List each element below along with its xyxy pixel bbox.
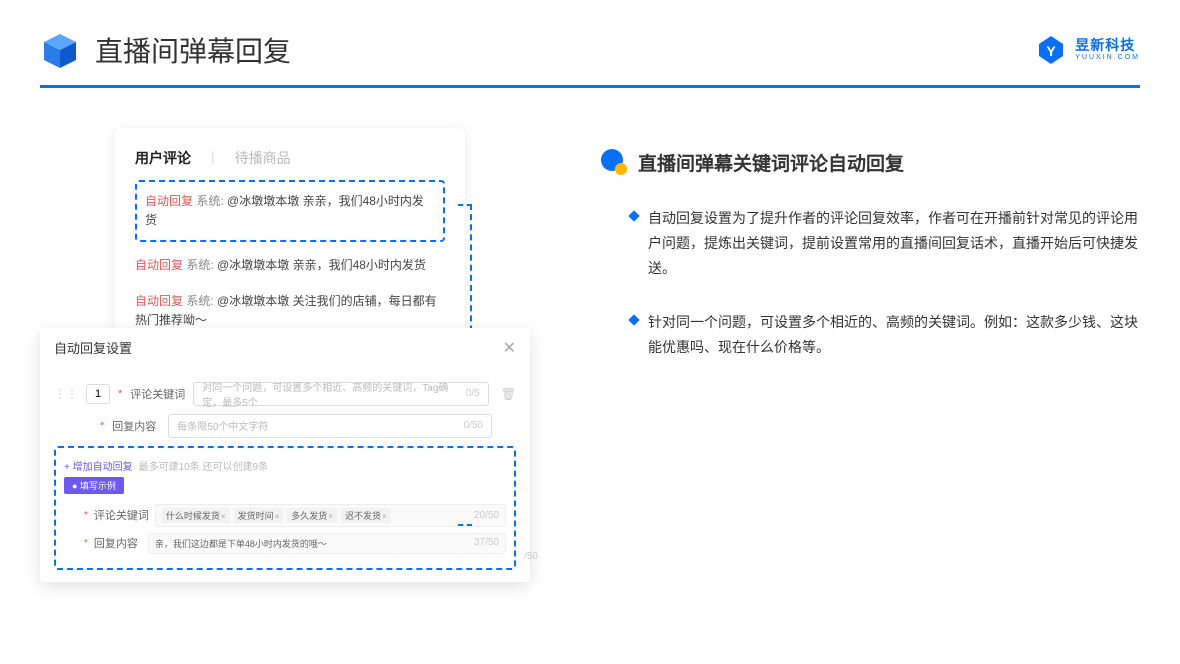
dialog-title: 自动回复设置 bbox=[54, 338, 132, 357]
required-dot: * bbox=[100, 420, 104, 432]
brand: Y 昱新科技 YUUXIN.COM bbox=[1035, 34, 1140, 66]
tag-chip: 迟不发货× bbox=[341, 508, 391, 523]
reply-row: * 回复内容 每条限50个中文字符 0/50 bbox=[54, 414, 516, 438]
example-kw-counter: 20/50 bbox=[474, 510, 499, 521]
bullet-item: 针对同一个问题，可设置多个相近的、高频的关键词。例如：这款多少钱、这块能优惠吗、… bbox=[630, 310, 1140, 360]
bullet-list: 自动回复设置为了提升作者的评论回复效率，作者可在开播前针对常见的评论用户问题，提… bbox=[600, 206, 1140, 360]
reply-input[interactable]: 每条限50个中文字符 0/50 bbox=[168, 414, 492, 438]
system-label: 系统: bbox=[196, 194, 223, 208]
drag-handle-icon[interactable]: ⋮⋮ bbox=[54, 387, 78, 401]
keyword-row: ⋮⋮ 1 * 评论关键词 对同一个问题，可设置多个相近、高频的关键词，Tag确定… bbox=[54, 382, 516, 406]
page-title: 直播间弹幕回复 bbox=[95, 30, 291, 70]
reply-counter: 0/50 bbox=[464, 420, 483, 431]
bullet-item: 自动回复设置为了提升作者的评论回复效率，作者可在开播前针对常见的评论用户问题，提… bbox=[630, 206, 1140, 282]
reply-placeholder: 每条限50个中文字符 bbox=[177, 418, 268, 433]
tabs: 用户评论 | 待播商品 bbox=[135, 148, 445, 168]
example-badge: ● 填写示例 bbox=[64, 477, 124, 494]
header-left: 直播间弹幕回复 bbox=[40, 30, 291, 70]
bullet-text: 自动回复设置为了提升作者的评论回复效率，作者可在开播前针对常见的评论用户问题，提… bbox=[648, 206, 1140, 282]
brand-name: 昱新科技 bbox=[1075, 38, 1140, 53]
auto-reply-label: 自动回复 bbox=[145, 194, 193, 208]
add-auto-reply-link[interactable]: + 增加自动回复 bbox=[64, 458, 133, 473]
chat-bubble-icon bbox=[600, 148, 628, 176]
keyword-placeholder: 对同一个问题，可设置多个相近、高频的关键词，Tag确定，最多5个 bbox=[202, 379, 466, 409]
comment-row-highlighted: 自动回复 系统: @冰墩墩本墩 亲亲，我们48小时内发货 bbox=[135, 180, 445, 242]
tab-pending-products[interactable]: 待播商品 bbox=[235, 148, 291, 168]
tag-chip: 什么时候发货× bbox=[162, 508, 230, 523]
comments-card: 用户评论 | 待播商品 自动回复 系统: @冰墩墩本墩 亲亲，我们48小时内发货… bbox=[115, 128, 465, 348]
bullet-text: 针对同一个问题，可设置多个相近的、高频的关键词。例如：这款多少钱、这块能优惠吗、… bbox=[648, 310, 1140, 360]
tag-chip: 多久发货× bbox=[287, 508, 337, 523]
example-reply-label: 回复内容 bbox=[94, 535, 142, 551]
system-label: 系统: bbox=[186, 258, 213, 272]
example-keyword-row: * 评论关键词 什么时候发货× 发货时间× 多久发货× 迟不发货× 20/50 bbox=[64, 504, 506, 527]
order-number: 1 bbox=[86, 384, 110, 404]
brand-logo-icon: Y bbox=[1035, 34, 1067, 66]
limit-hint: 最多可建10条 还可以创建9条 bbox=[139, 458, 268, 473]
brand-sub: YUUXIN.COM bbox=[1075, 54, 1140, 62]
trailing-counter: /50 bbox=[524, 551, 538, 562]
example-keyword-label: 评论关键词 bbox=[94, 507, 149, 523]
comment-row: 自动回复 系统: @冰墩墩本墩 亲亲，我们48小时内发货 bbox=[135, 248, 445, 283]
auto-reply-label: 自动回复 bbox=[135, 258, 183, 272]
tab-user-comments[interactable]: 用户评论 bbox=[135, 148, 191, 168]
settings-dialog: 自动回复设置 ✕ ⋮⋮ 1 * 评论关键词 对同一个问题，可设置多个相近、高频的… bbox=[40, 328, 530, 582]
reply-label: 回复内容 bbox=[112, 418, 160, 434]
example-reply-text: 亲，我们这边都是下单48小时内发货的哦～ bbox=[155, 537, 327, 550]
tag-chip: 发货时间× bbox=[234, 508, 284, 523]
connector-line-h1 bbox=[458, 204, 472, 206]
example-box: + 增加自动回复 最多可建10条 还可以创建9条 ● 填写示例 * 评论关键词 … bbox=[54, 446, 516, 570]
page-header: 直播间弹幕回复 Y 昱新科技 YUUXIN.COM bbox=[0, 0, 1180, 85]
connector-line-h2 bbox=[458, 524, 472, 526]
cube-icon bbox=[40, 30, 80, 70]
left-column: 用户评论 | 待播商品 自动回复 系统: @冰墩墩本墩 亲亲，我们48小时内发货… bbox=[40, 128, 540, 582]
system-label: 系统: bbox=[186, 294, 213, 308]
comment-text: @冰墩墩本墩 亲亲，我们48小时内发货 bbox=[217, 258, 426, 272]
example-keyword-input[interactable]: 什么时候发货× 发货时间× 多久发货× 迟不发货× 20/50 bbox=[155, 504, 506, 527]
required-dot: * bbox=[118, 388, 122, 400]
keyword-label: 评论关键词 bbox=[130, 386, 185, 402]
keyword-counter: 0/5 bbox=[466, 388, 480, 399]
diamond-icon bbox=[628, 314, 639, 325]
example-reply-input[interactable]: 亲，我们这边都是下单48小时内发货的哦～ 37/50 bbox=[148, 533, 506, 554]
section-title: 直播间弹幕关键词评论自动回复 bbox=[638, 149, 904, 176]
auto-reply-label: 自动回复 bbox=[135, 294, 183, 308]
keyword-input[interactable]: 对同一个问题，可设置多个相近、高频的关键词，Tag确定，最多5个 0/5 bbox=[193, 382, 488, 406]
section-header: 直播间弹幕关键词评论自动回复 bbox=[600, 148, 1140, 176]
example-reply-counter: 37/50 bbox=[474, 537, 499, 550]
right-column: 直播间弹幕关键词评论自动回复 自动回复设置为了提升作者的评论回复效率，作者可在开… bbox=[600, 128, 1140, 582]
dialog-header: 自动回复设置 ✕ bbox=[40, 328, 530, 368]
diamond-icon bbox=[628, 210, 639, 221]
svg-text:Y: Y bbox=[1047, 43, 1057, 59]
example-reply-row: * 回复内容 亲，我们这边都是下单48小时内发货的哦～ 37/50 bbox=[64, 533, 506, 554]
delete-icon[interactable]: 🗑 bbox=[501, 387, 516, 401]
close-icon[interactable]: ✕ bbox=[503, 338, 516, 358]
